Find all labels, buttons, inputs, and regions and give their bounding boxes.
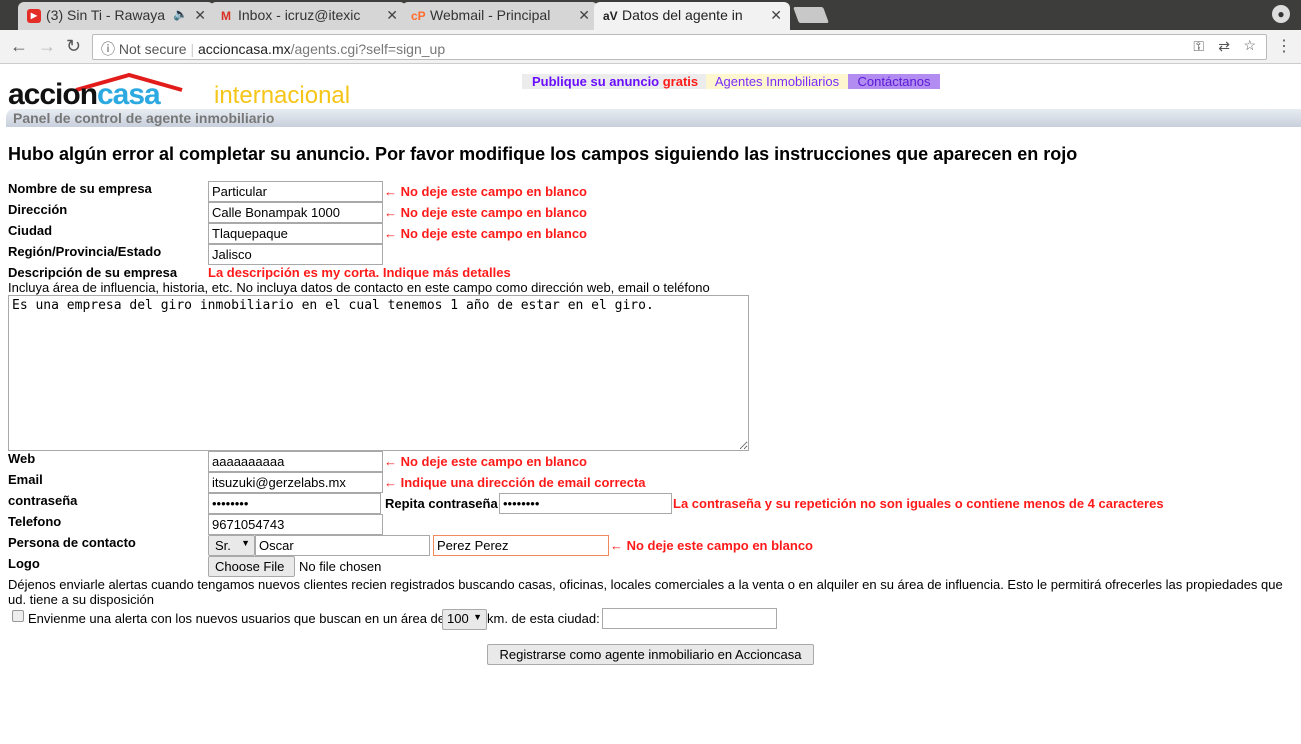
url-input[interactable]: ⓘ Not secure | accioncasa.mx/agents.cgi?… [92,34,1267,60]
accioncasa-icon: aV [603,9,618,23]
password-error: La contraseña y su repetición no son igu… [673,496,1164,511]
region-input[interactable] [208,244,383,265]
description-label: Descripción de su empresa [8,265,178,280]
logo-subtitle: internacional [214,82,351,109]
tab-webmail[interactable]: cP Webmail - Principal ✕ [402,2,598,30]
bookmark-star-icon[interactable]: ☆ [1243,37,1256,54]
key-icon[interactable]: ⚿ [1193,38,1204,55]
email-input[interactable] [208,472,383,493]
city-error: ← No deje este campo en blanco [384,226,587,241]
email-error: ← Indique una dirección de email correct… [384,475,646,490]
error-heading: Hubo algún error al completar su anuncio… [8,144,1078,164]
first-name-input[interactable] [255,535,430,556]
tab-bar: ▶ (3) Sin Ti - Rawaya 🔈 ✕ M Inbox - icruz@it… [0,0,1301,30]
submit-button[interactable]: Registrarse como agente inmobiliario en … [487,644,814,665]
nav-contact-link[interactable]: Contáctanos [848,74,940,89]
web-error: ← No deje este campo en blanco [384,454,587,469]
password-input[interactable] [208,493,381,514]
alert-checkbox-label: Envienme una alerta con los nuevos usuar… [28,611,446,626]
profile-icon[interactable]: ● [1272,5,1290,23]
nav-agents-link[interactable]: Agentes Inmobiliarios [706,74,848,89]
description-error: La descripción es my corta. Indique más … [208,265,511,280]
title-select[interactable]: Sr. ▼ [208,535,255,556]
close-tab-icon[interactable]: ✕ [194,7,206,24]
company-error: ← No deje este campo en blanco [384,184,587,199]
contact-error: ← No deje este campo en blanco [610,538,813,553]
new-tab-button[interactable] [793,7,829,23]
panel-title: Panel de control de agente inmobiliario [6,109,1301,127]
youtube-icon: ▶ [27,9,41,23]
audio-icon[interactable]: 🔈 [173,7,188,21]
alert-checkbox[interactable] [12,610,24,622]
email-label: Email [8,472,43,487]
radius-suffix: km. de esta ciudad: [487,611,600,626]
password-label: contraseña [8,493,78,508]
close-tab-icon[interactable]: ✕ [578,7,590,24]
phone-label: Telefono [8,514,62,529]
city-input[interactable] [208,223,383,244]
phone-input[interactable] [208,514,383,535]
company-label: Nombre de su empresa [8,181,152,196]
nav-publish-link[interactable]: Publique su anuncio gratis [522,74,709,89]
close-tab-icon[interactable]: ✕ [386,7,398,24]
tab-active[interactable]: aV Datos del agente in ✕ [594,2,790,30]
description-textarea[interactable]: Es una empresa del giro inmobiliario en … [8,295,749,451]
cpanel-icon: cP [411,9,426,23]
gmail-icon: M [221,9,231,23]
info-icon[interactable]: ⓘ [101,41,119,57]
contact-label: Persona de contacto [8,535,136,550]
accioncasa-logo[interactable]: accion casa [8,70,183,111]
address-error: ← No deje este campo en blanco [384,205,587,220]
tab-gmail[interactable]: M Inbox - icruz@itexic ✕ [210,2,406,30]
dropdown-arrow-icon: ▼ [241,538,250,548]
menu-icon[interactable]: ⋮ [1276,36,1292,56]
no-file-text: No file chosen [299,559,382,574]
radius-select[interactable]: 100 ▼ [442,609,487,630]
alerts-description: Déjenos enviarle alertas cuando tengamos… [8,577,1283,607]
web-input[interactable] [208,451,383,472]
dropdown-arrow-icon: ▼ [473,612,482,622]
alert-city-input[interactable] [602,608,777,629]
web-label: Web [8,451,36,466]
address-label: Dirección [8,202,68,217]
address-bar-row: ← → ↻ ⓘ Not secure | accioncasa.mx/agent… [0,30,1301,64]
forward-icon[interactable]: → [38,36,56,57]
logo-label: Logo [8,556,40,571]
description-hint: Incluya área de influencia, historia, et… [8,280,710,295]
close-tab-icon[interactable]: ✕ [770,7,782,24]
last-name-input[interactable] [433,535,609,556]
company-input[interactable] [208,181,383,202]
translate-icon[interactable]: ⇄ [1218,38,1230,55]
repeat-password-label: Repita contraseña [385,496,498,511]
city-label: Ciudad [8,223,53,238]
address-input[interactable] [208,202,383,223]
region-label: Región/Provincia/Estado [8,244,162,259]
back-icon[interactable]: ← [10,36,28,57]
choose-file-button[interactable]: Choose File [208,556,295,577]
tab-youtube[interactable]: ▶ (3) Sin Ti - Rawaya 🔈 ✕ [18,2,214,30]
repeat-password-input[interactable] [499,493,672,514]
reload-icon[interactable]: ↻ [66,36,81,57]
